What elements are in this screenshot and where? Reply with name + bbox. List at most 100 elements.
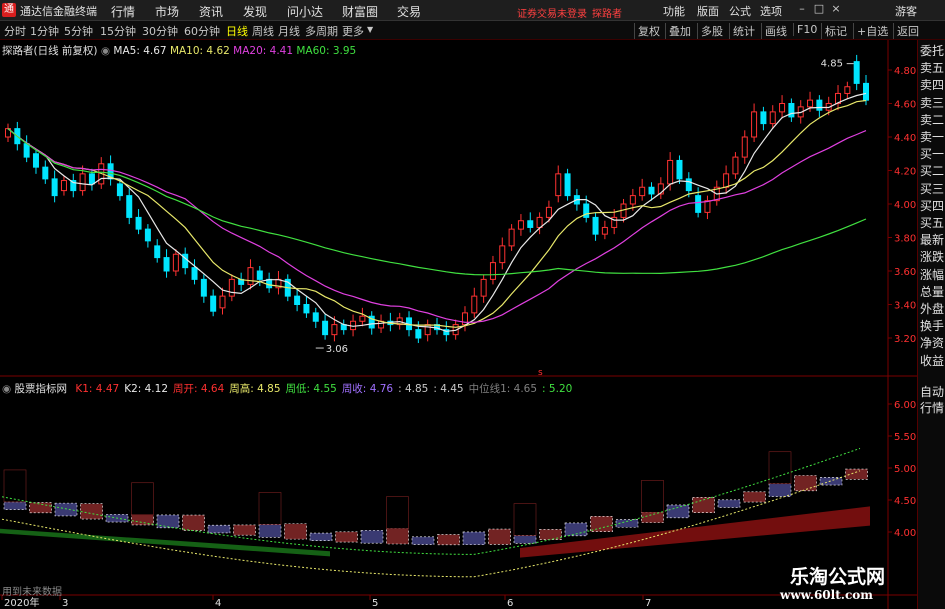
ind-tick-label: 4.00 [894, 528, 916, 539]
candle-body [629, 195, 636, 205]
side-item[interactable]: 卖四 [920, 78, 944, 92]
side-item[interactable]: 涨跌 [920, 250, 944, 264]
candle-body [322, 320, 329, 336]
candle-body [200, 278, 207, 297]
candle-body [294, 295, 301, 305]
weekly-range [386, 496, 409, 529]
period-weekly[interactable]: 周线 [252, 23, 274, 39]
candle-body [32, 153, 39, 168]
period-15min[interactable]: 15分钟 [100, 23, 136, 39]
candle-body [51, 178, 58, 197]
menu-item-wealth[interactable]: 财富圈 [342, 3, 378, 20]
weekly-box [233, 524, 256, 536]
menu-item-quotes[interactable]: 行情 [111, 3, 135, 20]
side-item[interactable]: 卖一 [920, 130, 944, 144]
ind-tick-label: 5.00 [894, 464, 916, 475]
menu-item-trade[interactable]: 交易 [397, 3, 421, 20]
guest-label[interactable]: 游客 [895, 3, 917, 19]
marker-s: s [538, 368, 543, 378]
broker-notice[interactable]: 证券交易未登录 [517, 5, 587, 20]
side-item[interactable]: 买四 [920, 199, 944, 213]
ind-tick-label: 4.50 [894, 496, 916, 507]
settings-icon[interactable]: ◉ [101, 45, 110, 57]
menu-item-market[interactable]: 市场 [155, 3, 179, 20]
side-item[interactable]: 委托 [920, 44, 944, 58]
toolbar-add-fav[interactable]: +自选 [853, 23, 888, 39]
toolbar-adjust[interactable]: 复权 [634, 23, 660, 39]
weekly-box [794, 475, 817, 492]
toolbar-multi[interactable]: 多股 [697, 23, 723, 39]
side-item[interactable]: 最新 [920, 233, 944, 247]
menu-formula[interactable]: 公式 [729, 3, 751, 19]
side-item[interactable]: 买三 [920, 182, 944, 196]
candle-body [42, 166, 49, 180]
period-1min[interactable]: 1分钟 [30, 23, 59, 39]
price-tick-label: 3.80 [894, 234, 916, 245]
ma20-label: MA20: 4.41 [233, 45, 294, 57]
side-item[interactable]: 净资 [920, 336, 944, 350]
candle-body [359, 315, 366, 322]
period-daily[interactable]: 日线 [226, 23, 248, 39]
weekly-box [207, 524, 231, 534]
toolbar-mark[interactable]: 标记 [821, 23, 847, 39]
side-item[interactable]: 收益 [920, 354, 944, 368]
toolbar-back[interactable]: 返回 [893, 23, 919, 39]
period-5min[interactable]: 5分钟 [64, 23, 93, 39]
period-intraday[interactable]: 分时 [4, 23, 26, 39]
side-item[interactable]: 总量 [920, 285, 944, 299]
candle-body [555, 173, 562, 197]
ind-tick-label: 6.00 [894, 400, 916, 411]
indicator-value: 周收: 4.76 [341, 383, 394, 395]
close-icon[interactable]: × [829, 2, 843, 16]
period-monthly[interactable]: 月线 [278, 23, 300, 39]
menu-function[interactable]: 功能 [663, 3, 685, 19]
period-30min[interactable]: 30分钟 [142, 23, 178, 39]
candle-body [741, 136, 748, 158]
toolbar-draw[interactable]: 画线 [761, 23, 787, 39]
side-item[interactable]: 换手 [920, 319, 944, 333]
candle-body [527, 220, 534, 228]
side-item[interactable]: 外盘 [920, 302, 944, 316]
side-item[interactable]: 涨幅 [920, 268, 944, 282]
menu-item-assistant[interactable]: 问小达 [287, 3, 323, 20]
menu-layout[interactable]: 版面 [697, 3, 719, 19]
candle-body [312, 312, 319, 322]
maximize-icon[interactable]: □ [812, 2, 826, 16]
user-name[interactable]: 探路者 [592, 5, 622, 20]
weekly-range [3, 469, 27, 503]
main-legend: 探路者(日线 前复权) ◉ MA5: 4.67 MA10: 4.62 MA20:… [2, 43, 356, 58]
candle-body [154, 245, 161, 259]
period-multi[interactable]: 多周期 [305, 23, 338, 39]
ind-tick-label: 5.50 [894, 432, 916, 443]
candle-body [863, 82, 869, 101]
side-item[interactable]: 买二 [920, 164, 944, 178]
side-quote[interactable]: 行情 [920, 401, 944, 415]
low-label: 3.06 [326, 344, 348, 355]
candle-body [126, 195, 133, 218]
settings-icon[interactable]: ◉ [2, 383, 11, 395]
candle-body [79, 173, 86, 192]
kline-chart[interactable]: 4.80 4.60 4.40 4.20 4.00 3.80 3.60 3.40 3.20 6.00… [0, 40, 917, 609]
weekly-box [717, 499, 741, 508]
side-item[interactable]: 买一 [920, 147, 944, 161]
weekly-box [743, 491, 766, 503]
period-60min[interactable]: 60分钟 [184, 23, 220, 39]
candle-body [695, 195, 702, 213]
side-item[interactable]: 卖五 [920, 61, 944, 75]
period-more[interactable]: 更多 [342, 23, 364, 39]
ma-line [7, 92, 867, 332]
menu-item-news[interactable]: 资讯 [199, 3, 223, 20]
weekly-range [258, 492, 282, 525]
side-item[interactable]: 卖二 [920, 113, 944, 127]
toolbar-stats[interactable]: 统计 [729, 23, 755, 39]
side-item[interactable]: 买五 [920, 216, 944, 230]
minimize-icon[interactable]: – [795, 2, 809, 16]
side-auto[interactable]: 自动 [920, 385, 944, 399]
weekly-box [131, 514, 154, 526]
toolbar-f10[interactable]: F10 [793, 23, 817, 36]
menu-options[interactable]: 选项 [760, 3, 782, 19]
chevron-down-icon[interactable]: ▼ [367, 25, 373, 34]
side-item[interactable]: 卖三 [920, 96, 944, 110]
menu-item-discover[interactable]: 发现 [243, 3, 267, 20]
toolbar-overlay[interactable]: 叠加 [665, 23, 691, 39]
